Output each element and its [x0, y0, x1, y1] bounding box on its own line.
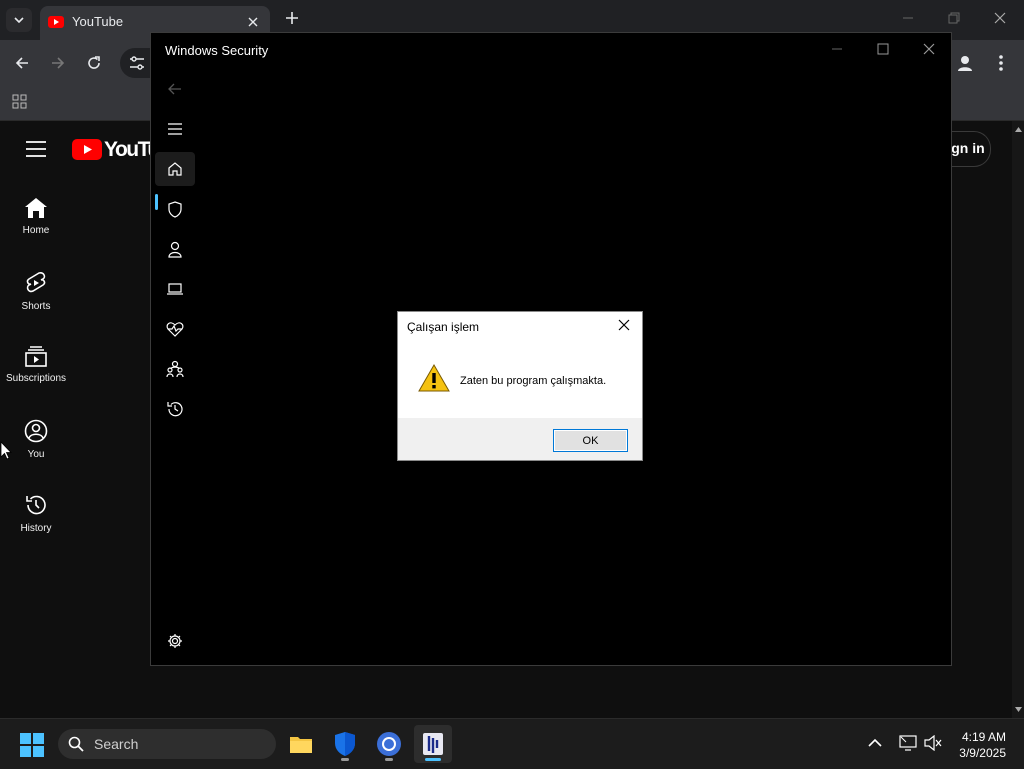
subscriptions-icon	[25, 346, 47, 367]
tab-search-button[interactable]	[6, 8, 32, 32]
clock-time[interactable]: 4:19 AM	[958, 730, 1006, 744]
nav-history-label: History	[20, 523, 52, 534]
chevron-up-icon[interactable]	[868, 738, 882, 747]
taskbar-active-app[interactable]	[414, 725, 452, 763]
more-menu-icon[interactable]	[998, 54, 1004, 72]
nav-shorts[interactable]: Shorts	[0, 271, 72, 312]
message-dialog: Çalışan işlem Zaten bu program çalışmakt…	[397, 311, 643, 461]
youtube-favicon-icon	[48, 16, 64, 28]
hamburger-icon	[168, 123, 182, 135]
hamburger-icon[interactable]	[26, 141, 46, 157]
new-tab-button[interactable]	[284, 10, 300, 26]
ws-back-button[interactable]	[155, 72, 195, 106]
ws-nav-home[interactable]	[155, 152, 195, 186]
site-info-button[interactable]	[120, 48, 154, 78]
back-arrow-icon[interactable]	[14, 55, 30, 71]
browser-icon	[377, 732, 401, 756]
account-icon	[168, 241, 182, 258]
shield-icon	[168, 200, 182, 218]
window-title: Windows Security	[165, 43, 269, 58]
ok-button[interactable]: OK	[553, 429, 628, 452]
minimize-icon[interactable]	[902, 12, 914, 24]
nav-home-label: Home	[22, 225, 50, 236]
profile-icon[interactable]	[956, 54, 974, 72]
dialog-titlebar: Çalışan işlem	[398, 312, 642, 342]
dialog-title: Çalışan işlem	[407, 320, 480, 334]
ws-nav-protection-history[interactable]	[155, 392, 195, 426]
maximize-icon[interactable]	[877, 43, 889, 55]
file-explorer-icon	[290, 737, 312, 753]
ws-nav-settings[interactable]	[155, 624, 195, 658]
scroll-down-icon	[1015, 707, 1022, 712]
taskbar: Search 4:19 AM 3/9/2025	[0, 718, 1024, 769]
ws-nav-family-options[interactable]	[155, 352, 195, 386]
device-icon	[167, 283, 183, 295]
shorts-icon	[26, 272, 46, 293]
close-icon	[248, 17, 258, 27]
ws-nav-device-health[interactable]	[155, 312, 195, 346]
scroll-up-icon	[1015, 127, 1022, 132]
windows-start-icon[interactable]	[20, 733, 44, 757]
nav-shorts-label: Shorts	[21, 301, 51, 312]
search-placeholder: Search	[94, 736, 139, 752]
nav-subscriptions-label: Subscriptions	[5, 373, 67, 384]
tab-title: YouTube	[72, 14, 124, 29]
mouse-cursor-icon	[0, 441, 12, 460]
volume-muted-icon[interactable]	[924, 735, 942, 751]
close-window-icon[interactable]	[923, 43, 935, 55]
network-icon[interactable]	[899, 735, 917, 751]
chevron-down-icon	[14, 17, 24, 23]
youtube-logo-icon	[72, 139, 102, 160]
youtube-logo[interactable]: YouTube	[72, 137, 152, 163]
apps-grid-icon[interactable]	[12, 94, 28, 110]
restore-icon[interactable]	[948, 12, 960, 24]
clock-date[interactable]: 3/9/2025	[948, 746, 1006, 760]
nav-home[interactable]: Home	[0, 197, 72, 236]
page-scrollbar[interactable]	[1012, 121, 1024, 718]
home-icon	[25, 198, 47, 218]
tab-close-button[interactable]	[244, 13, 262, 31]
app-icon	[423, 733, 443, 755]
ws-menu-button[interactable]	[155, 112, 195, 146]
minimize-icon[interactable]	[831, 43, 843, 55]
nav-subscriptions[interactable]: Subscriptions	[0, 345, 72, 384]
dialog-body: Zaten bu program çalışmakta.	[398, 342, 642, 418]
dialog-message: Zaten bu program çalışmakta.	[460, 375, 607, 387]
ws-nav-virus-protection[interactable]	[155, 192, 195, 226]
ws-nav-account-protection[interactable]	[155, 232, 195, 266]
health-icon	[166, 322, 184, 337]
settings-icon	[168, 634, 182, 648]
reload-icon[interactable]	[86, 55, 102, 71]
nav-history[interactable]: History	[0, 493, 72, 534]
family-icon	[166, 360, 184, 378]
ws-nav-device-security[interactable]	[155, 272, 195, 306]
you-icon	[24, 419, 48, 443]
history-icon	[26, 495, 46, 515]
warning-icon	[418, 364, 450, 392]
search-icon	[68, 736, 84, 752]
youtube-logo-text: YouTube	[104, 138, 152, 161]
taskbar-windows-security[interactable]	[326, 725, 364, 763]
dialog-close-icon[interactable]	[618, 319, 630, 331]
back-arrow-icon	[168, 83, 181, 95]
windows-security-icon	[335, 732, 355, 756]
tune-icon	[130, 56, 144, 70]
taskbar-file-explorer[interactable]	[282, 725, 320, 763]
taskbar-browser[interactable]	[370, 725, 408, 763]
history-icon	[167, 402, 183, 417]
home-icon	[168, 162, 182, 176]
forward-arrow-icon[interactable]	[50, 55, 66, 71]
close-window-icon[interactable]	[994, 12, 1006, 24]
taskbar-search-box[interactable]: Search	[58, 729, 276, 759]
